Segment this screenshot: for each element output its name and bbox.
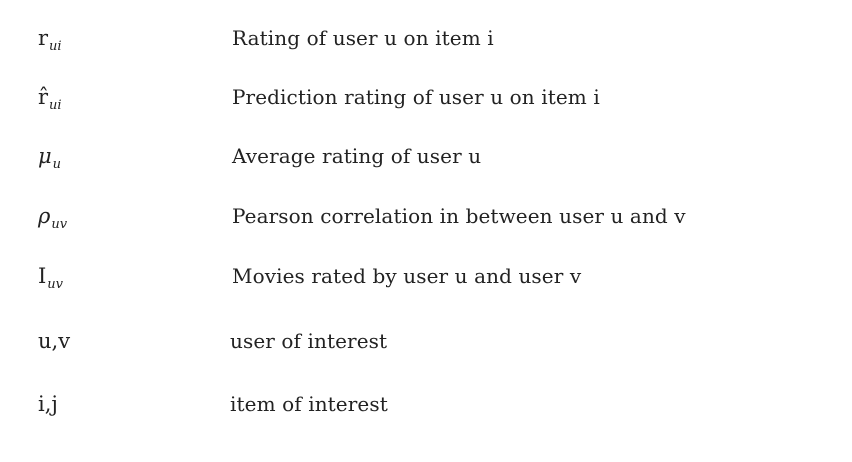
symbol-base: r̂	[38, 85, 49, 109]
symbol-base: μ	[38, 144, 52, 168]
symbol-subscript: uv	[47, 277, 64, 292]
notation-description: Prediction rating of user u on item i	[232, 85, 600, 109]
notation-row-prediction: r̂ui Prediction rating of user u on item…	[0, 77, 852, 117]
notation-description: Movies rated by user u and user v	[232, 264, 582, 288]
notation-row-average: μu Average rating of user u	[0, 136, 852, 176]
symbol-subscript: u	[52, 157, 62, 172]
notation-row-rating: rui Rating of user u on item i	[0, 18, 852, 58]
notation-symbol: r̂ui	[38, 77, 62, 117]
notation-row-movies: Iuv Movies rated by user u and user v	[0, 256, 852, 296]
symbol-base: I	[38, 264, 47, 288]
symbol-subscript: uv	[51, 217, 68, 232]
notation-row-pearson: ρuv Pearson correlation in between user …	[0, 196, 852, 236]
notation-symbol: Iuv	[38, 256, 63, 296]
notation-row-users: u,v user of interest	[0, 321, 852, 361]
notation-table: rui Rating of user u on item i r̂ui Pred…	[0, 0, 852, 462]
symbol-base: ρ	[38, 204, 51, 228]
notation-description: Average rating of user u	[232, 144, 482, 168]
notation-description: Pearson correlation in between user u an…	[232, 204, 686, 228]
symbol-subscript: ui	[49, 39, 62, 54]
notation-symbol: ρuv	[38, 196, 67, 236]
symbol-subscript: ui	[49, 98, 62, 113]
notation-description: Rating of user u on item i	[232, 26, 494, 50]
notation-symbol: i,j	[38, 384, 58, 424]
notation-row-items: i,j item of interest	[0, 384, 852, 424]
symbol-base: u,v	[38, 329, 71, 353]
notation-symbol: rui	[38, 18, 62, 58]
symbol-base: i,j	[38, 392, 58, 416]
notation-symbol: μu	[38, 136, 61, 176]
symbol-base: r	[38, 26, 49, 50]
notation-symbol: u,v	[38, 321, 70, 361]
notation-description: item of interest	[230, 392, 388, 416]
notation-description: user of interest	[230, 329, 388, 353]
